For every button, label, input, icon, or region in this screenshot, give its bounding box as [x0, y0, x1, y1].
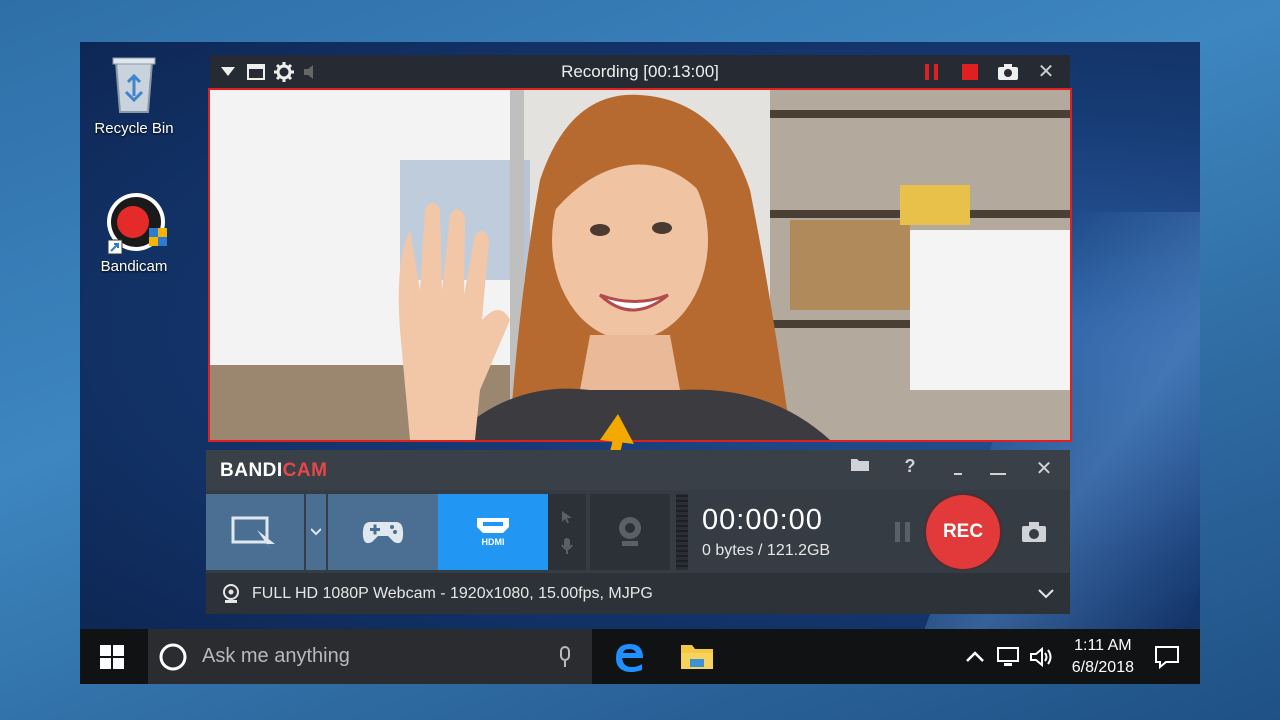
webcam-frame-image — [210, 90, 1070, 440]
microphone-icon[interactable] — [561, 538, 573, 554]
windows-start-icon[interactable] — [100, 645, 124, 674]
webcam-icon — [619, 517, 641, 546]
folder-icon[interactable] — [846, 456, 874, 477]
webcam-small-icon — [223, 583, 239, 603]
pause-button[interactable] — [888, 494, 918, 570]
taskbar-search-box[interactable]: Ask me anything — [148, 629, 592, 684]
recording-mode-bar: HDMI 00:00:00 0 bytes / 121.2GB REC — [206, 494, 1060, 570]
bandicam-logo: BANDICAM — [220, 460, 327, 482]
gamepad-icon — [362, 522, 404, 544]
action-center-icon[interactable] — [1154, 645, 1180, 669]
file-explorer-icon[interactable] — [680, 641, 714, 676]
pause-icon[interactable] — [918, 58, 946, 86]
game-record-mode[interactable] — [328, 494, 438, 570]
close-icon[interactable]: ✕ — [1030, 456, 1058, 481]
device-status-text: FULL HD 1080P Webcam - 1920x1080, 15.00f… — [252, 584, 653, 602]
pause-icon — [895, 522, 910, 542]
webcam-overlay-button[interactable] — [590, 494, 670, 570]
timer-area: 00:00:00 0 bytes / 121.2GB — [688, 494, 888, 570]
file-size-display: 0 bytes / 121.2GB — [702, 542, 831, 559]
speaker-icon[interactable] — [298, 58, 326, 86]
taskbar: Ask me anything 1:11 AM 6/8/2018 — [80, 629, 1200, 684]
volume-icon[interactable] — [1029, 646, 1054, 667]
window-icon[interactable] — [242, 58, 270, 86]
desktop-icon-bandicam[interactable]: Bandicam — [84, 190, 184, 275]
camera-icon — [1022, 522, 1046, 542]
bandicam-window: BANDICAM ? ✕ HDMI 00:00:00 0 bytes / 121… — [206, 450, 1070, 614]
hdmi-label: HDMI — [481, 537, 505, 547]
desktop-icon-label: Recycle Bin — [94, 120, 174, 137]
bandicam-app-icon — [102, 190, 167, 255]
stop-icon[interactable] — [956, 58, 984, 86]
bandicam-title-bar[interactable]: BANDICAM ? ✕ — [206, 450, 1070, 490]
rectangle-select-icon — [231, 516, 275, 550]
close-icon[interactable]: ✕ — [1032, 58, 1060, 86]
clock-time: 1:11 AM — [1074, 636, 1132, 654]
mode-dropdown-button[interactable] — [306, 494, 326, 570]
screenshot-button[interactable] — [1008, 494, 1060, 570]
gear-icon[interactable] — [270, 58, 298, 86]
cursor-icon[interactable] — [560, 510, 574, 524]
cortana-icon — [159, 643, 187, 670]
audio-source-buttons — [548, 494, 586, 570]
status-bar[interactable]: FULL HD 1080P Webcam - 1920x1080, 15.00f… — [206, 573, 1070, 614]
chevron-up-icon[interactable] — [965, 650, 984, 663]
rec-button[interactable]: REC — [926, 495, 1000, 569]
maximize-icon[interactable] — [984, 456, 1012, 481]
recording-target-bar[interactable]: Recording [00:13:00] ✕ — [210, 55, 1070, 88]
chevron-down-icon — [311, 528, 321, 536]
clock-date: 6/8/2018 — [1071, 658, 1134, 676]
logo-bandi: BANDI — [220, 460, 283, 481]
chevron-down-icon[interactable] — [1038, 588, 1054, 599]
system-tray: 1:11 AM 6/8/2018 — [965, 629, 1200, 684]
edge-browser-icon[interactable] — [612, 640, 646, 679]
logo-cam: CAM — [282, 460, 328, 481]
hdmi-icon — [477, 518, 509, 533]
microphone-icon[interactable] — [558, 645, 572, 668]
network-icon[interactable] — [996, 646, 1020, 668]
timer-display: 00:00:00 — [702, 504, 823, 536]
search-placeholder: Ask me anything — [202, 645, 350, 667]
webcam-preview — [208, 88, 1072, 442]
help-icon[interactable]: ? — [896, 456, 924, 477]
device-record-mode[interactable]: HDMI — [438, 494, 548, 570]
camera-icon[interactable] — [994, 58, 1022, 86]
minimize-icon[interactable] — [944, 456, 972, 481]
level-meter — [676, 494, 688, 570]
clock[interactable]: 1:11 AM 6/8/2018 — [1072, 635, 1134, 679]
desktop-icon-label: Bandicam — [100, 258, 168, 275]
dropdown-triangle-icon[interactable] — [214, 58, 242, 86]
desktop-icon-recycle-bin[interactable]: Recycle Bin — [84, 52, 184, 137]
screen-record-mode[interactable] — [206, 494, 304, 570]
recycle-bin-icon — [102, 52, 166, 116]
